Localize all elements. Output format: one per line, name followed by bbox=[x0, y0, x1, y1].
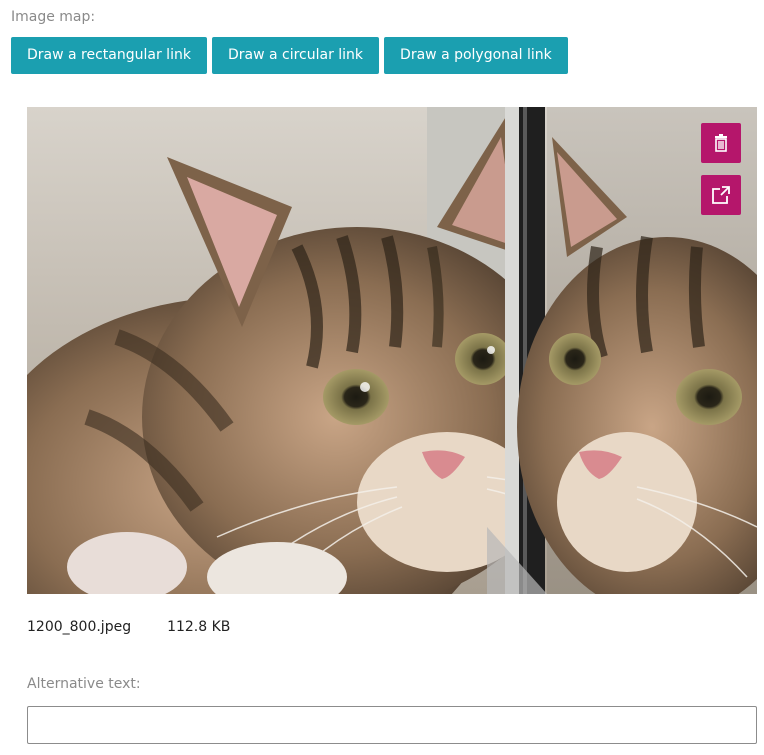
draw-polygonal-link-button[interactable]: Draw a polygonal link bbox=[384, 37, 568, 74]
expand-icon bbox=[712, 186, 730, 204]
expand-image-button[interactable] bbox=[701, 175, 741, 215]
draw-toolbar: Draw a rectangular link Draw a circular … bbox=[11, 37, 568, 74]
alt-text-label: Alternative text: bbox=[27, 676, 141, 692]
file-info: 1200_800.jpeg 112.8 KB bbox=[27, 619, 230, 635]
image-map-canvas[interactable] bbox=[27, 107, 757, 594]
draw-circular-link-button[interactable]: Draw a circular link bbox=[211, 37, 380, 74]
trash-icon bbox=[715, 134, 727, 152]
delete-image-button[interactable] bbox=[701, 123, 741, 163]
kitten-image bbox=[27, 107, 757, 594]
image-map-label: Image map: bbox=[11, 9, 96, 25]
alt-text-input[interactable] bbox=[27, 706, 757, 744]
draw-rectangular-link-button[interactable]: Draw a rectangular link bbox=[11, 37, 207, 74]
file-name: 1200_800.jpeg bbox=[27, 619, 132, 635]
file-size: 112.8 KB bbox=[167, 619, 231, 635]
image-map-editor: Image map: Draw a rectangular link Draw … bbox=[0, 0, 764, 755]
